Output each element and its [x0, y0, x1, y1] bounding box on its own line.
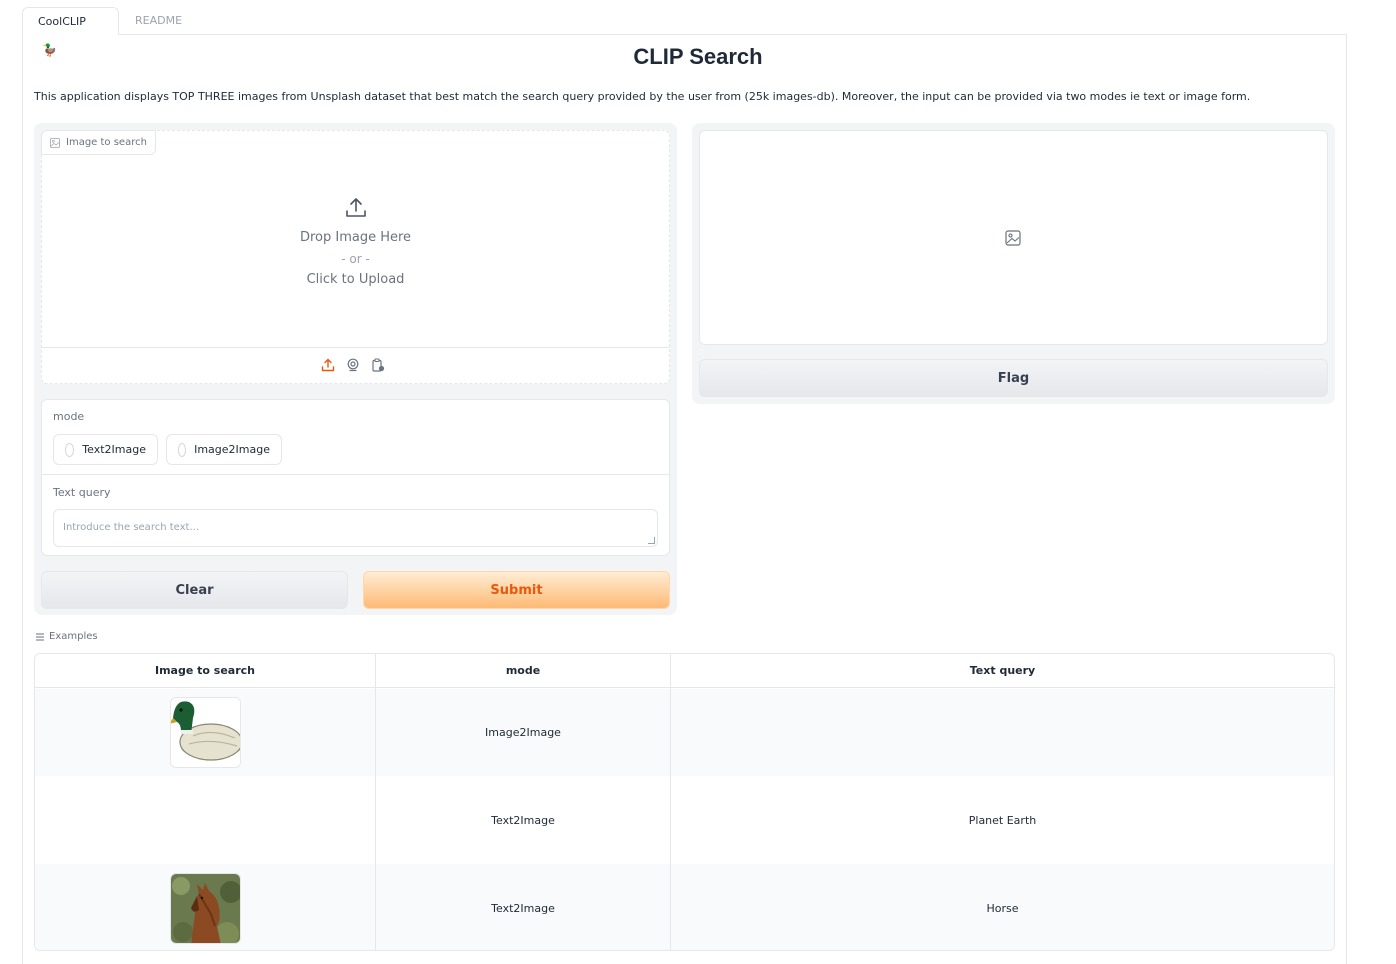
radio-text2image-label: Text2Image — [82, 443, 146, 456]
column-header-image: Image to search — [155, 664, 255, 677]
image-input-label-text: Image to search — [66, 137, 147, 148]
resize-handle[interactable] — [648, 537, 655, 544]
click-to-upload-text: Click to Upload — [306, 272, 405, 287]
example-query-cell: Planet Earth — [968, 813, 1037, 827]
image-input-label: Image to search — [41, 130, 156, 155]
upload-prompt[interactable]: Drop Image Here - or - Click to Upload — [41, 196, 670, 290]
table-row[interactable]: Image2Image — [35, 689, 1334, 776]
column-header-query: Text query — [969, 664, 1036, 677]
example-query-cell — [671, 689, 1334, 776]
tab-readme[interactable]: README — [120, 7, 197, 35]
radio-text2image[interactable]: Text2Image — [53, 434, 158, 465]
radio-circle — [65, 442, 75, 457]
text-query-label: Text query — [53, 486, 111, 499]
column-divider — [375, 654, 376, 950]
text-query-placeholder: Introduce the search text... — [63, 522, 199, 533]
duck-thumbnail — [169, 697, 241, 768]
image-icon — [50, 137, 60, 148]
clipboard-icon[interactable] — [370, 357, 386, 373]
form-divider — [42, 474, 669, 475]
example-image-cell — [35, 776, 375, 864]
clear-button[interactable]: Clear — [41, 571, 348, 609]
list-icon — [36, 633, 44, 640]
radio-image2image[interactable]: Image2Image — [166, 434, 282, 465]
upload-icon[interactable] — [320, 357, 336, 373]
table-row[interactable]: Text2Image Planet Earth — [35, 776, 1334, 864]
examples-table: Image to search mode Text query Image2Im — [34, 653, 1335, 951]
horse-thumbnail — [169, 872, 241, 944]
table-row[interactable]: Text2Image Horse — [35, 864, 1334, 950]
upload-arrow-icon — [345, 198, 366, 217]
mode-label: mode — [53, 410, 85, 423]
examples-label: Examples — [49, 631, 98, 642]
page-description: This application displays TOP THREE imag… — [34, 90, 1251, 103]
image-placeholder-icon — [1005, 230, 1021, 250]
column-header-mode: mode — [505, 664, 541, 677]
submit-button[interactable]: Submit — [363, 571, 670, 609]
text-query-input[interactable]: Introduce the search text... — [53, 509, 658, 547]
examples-table-header: Image to search mode Text query — [35, 654, 1334, 688]
example-image-cell — [35, 864, 375, 950]
tab-coolclip[interactable]: CoolCLIP 🦆 — [22, 7, 119, 57]
tab-coolclip-label: CoolCLIP — [38, 15, 86, 28]
example-mode-cell: Image2Image — [485, 726, 561, 739]
example-mode-cell: Text2Image — [491, 813, 555, 827]
radio-image2image-label: Image2Image — [194, 443, 270, 456]
or-text: - or - — [341, 252, 370, 266]
radio-circle — [178, 442, 187, 457]
tab-bar: CoolCLIP 🦆 README — [22, 7, 1347, 57]
upload-source-toolbar — [320, 357, 386, 373]
webcam-icon[interactable] — [345, 357, 361, 373]
example-query-cell: Horse — [986, 901, 1019, 915]
flag-button[interactable]: Flag — [699, 359, 1328, 397]
duck-emoji: 🦆 — [42, 43, 57, 57]
drop-image-text: Drop Image Here — [299, 230, 412, 245]
upload-divider — [42, 347, 669, 348]
example-mode-cell: Text2Image — [491, 901, 555, 915]
column-divider — [670, 654, 671, 950]
example-image-cell — [35, 689, 375, 776]
page-title: CLIP Search — [633, 44, 763, 69]
examples-header: Examples — [35, 631, 98, 642]
